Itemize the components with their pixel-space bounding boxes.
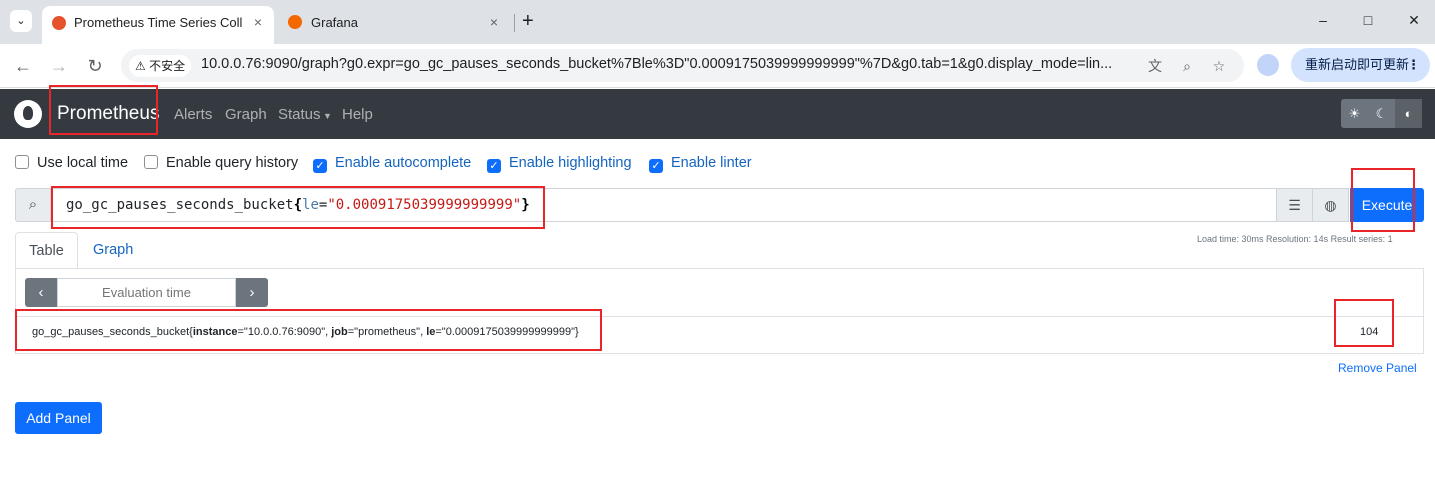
option-label: Enable linter — [671, 155, 752, 171]
option-label: Enable highlighting — [509, 155, 632, 171]
security-label: 不安全 — [149, 59, 186, 73]
nav-status-label: Status — [278, 106, 321, 123]
maximize-button[interactable]: □ — [1358, 12, 1378, 28]
forward-arrow-icon[interactable]: → — [47, 54, 71, 78]
address-bar[interactable]: ⚠ 不安全 10.0.0.76:9090/graph?g0.expr=go_gc… — [121, 49, 1244, 82]
nav-status[interactable]: Status ▼ — [278, 106, 332, 123]
profile-avatar[interactable] — [1257, 54, 1279, 76]
checkbox[interactable] — [15, 155, 29, 169]
dark-theme-icon[interactable]: ☾ — [1368, 99, 1395, 128]
update-button[interactable]: 重新启动即可更新 ⋮ — [1291, 48, 1430, 82]
highlight-box — [1351, 168, 1415, 232]
nav-graph[interactable]: Graph — [225, 106, 267, 123]
tab-close-icon[interactable]: × — [248, 12, 268, 32]
highlight-box — [49, 85, 158, 135]
theme-toggle-group: ☀ ☾ ◐ — [1341, 99, 1422, 128]
light-theme-icon[interactable]: ☀ — [1341, 99, 1368, 128]
bookmark-star-icon[interactable]: ☆ — [1209, 56, 1229, 76]
highlight-box — [1334, 299, 1394, 347]
tab-title: Grafana — [311, 15, 358, 30]
tab-graph[interactable]: Graph — [93, 232, 133, 269]
close-window-button[interactable]: ✕ — [1404, 12, 1424, 29]
prometheus-logo-icon[interactable] — [14, 100, 42, 128]
reload-icon[interactable]: ↻ — [83, 54, 107, 78]
option-label: Enable autocomplete — [335, 155, 472, 171]
search-icon: ⌕ — [15, 188, 51, 222]
chevron-right-icon[interactable]: › — [236, 278, 268, 307]
tab-search-button[interactable]: ⌄ — [10, 10, 32, 32]
option-autocomplete[interactable]: ✓ Enable autocomplete — [313, 155, 471, 173]
query-stats: Load time: 30ms Resolution: 14s Result s… — [1197, 234, 1393, 244]
nav-alerts[interactable]: Alerts — [174, 106, 212, 123]
more-menu-icon[interactable]: ⋮ — [1407, 48, 1420, 82]
url-text[interactable]: 10.0.0.76:9090/graph?g0.expr=go_gc_pause… — [201, 56, 1141, 72]
tab-table[interactable]: Table — [15, 232, 78, 269]
add-panel-button[interactable]: Add Panel — [15, 402, 102, 434]
grafana-favicon-icon — [288, 15, 302, 29]
checkbox-checked-icon[interactable]: ✓ — [649, 159, 663, 173]
browser-tab-prometheus[interactable]: Prometheus Time Series Colle × — [42, 6, 274, 44]
option-label: Enable query history — [166, 155, 299, 171]
highlight-box — [15, 309, 602, 351]
new-tab-button[interactable]: + — [522, 10, 534, 33]
highlight-box — [51, 186, 545, 229]
evaluation-time-input[interactable] — [57, 278, 236, 307]
remove-panel-link[interactable]: Remove Panel — [1338, 361, 1417, 375]
nav-help[interactable]: Help — [342, 106, 373, 123]
option-label: Use local time — [37, 155, 129, 171]
checkbox-checked-icon[interactable]: ✓ — [313, 159, 327, 173]
translate-icon[interactable]: 文 — [1145, 56, 1165, 76]
browser-tab-grafana[interactable]: Grafana × — [278, 6, 510, 40]
format-expression-icon[interactable]: ☰ — [1276, 188, 1313, 222]
auto-theme-icon[interactable]: ◐ — [1395, 99, 1422, 128]
option-highlighting[interactable]: ✓ Enable highlighting — [487, 155, 632, 173]
option-use-local-time[interactable]: Use local time — [15, 155, 128, 171]
prometheus-favicon-icon — [52, 16, 66, 30]
evaluation-time-control: ‹ › — [25, 278, 268, 307]
minimize-button[interactable]: – — [1313, 12, 1333, 28]
checkbox-checked-icon[interactable]: ✓ — [487, 159, 501, 173]
update-label: 重新启动即可更新 — [1305, 57, 1410, 72]
metrics-explorer-icon[interactable]: ◍ — [1312, 188, 1349, 222]
option-linter[interactable]: ✓ Enable linter — [649, 155, 752, 173]
chevron-left-icon[interactable]: ‹ — [25, 278, 57, 307]
security-indicator[interactable]: ⚠ 不安全 — [129, 55, 192, 77]
tab-close-icon[interactable]: × — [484, 12, 504, 32]
tab-divider — [514, 14, 515, 32]
browser-toolbar: ← → ↻ ⚠ 不安全 10.0.0.76:9090/graph?g0.expr… — [0, 44, 1435, 88]
zoom-icon[interactable]: ⌕ — [1177, 56, 1197, 76]
browser-tab-strip: ⌄ Prometheus Time Series Colle × Grafana… — [0, 0, 1435, 44]
option-query-history[interactable]: Enable query history — [144, 155, 298, 171]
prometheus-navbar: Prometheus Alerts Graph Status ▼ Help ☀ … — [0, 89, 1435, 139]
tab-title: Prometheus Time Series Colle — [74, 15, 242, 30]
back-arrow-icon[interactable]: ← — [11, 54, 35, 78]
warning-icon: ⚠ — [135, 59, 150, 73]
checkbox[interactable] — [144, 155, 158, 169]
caret-down-icon: ▼ — [320, 111, 332, 121]
